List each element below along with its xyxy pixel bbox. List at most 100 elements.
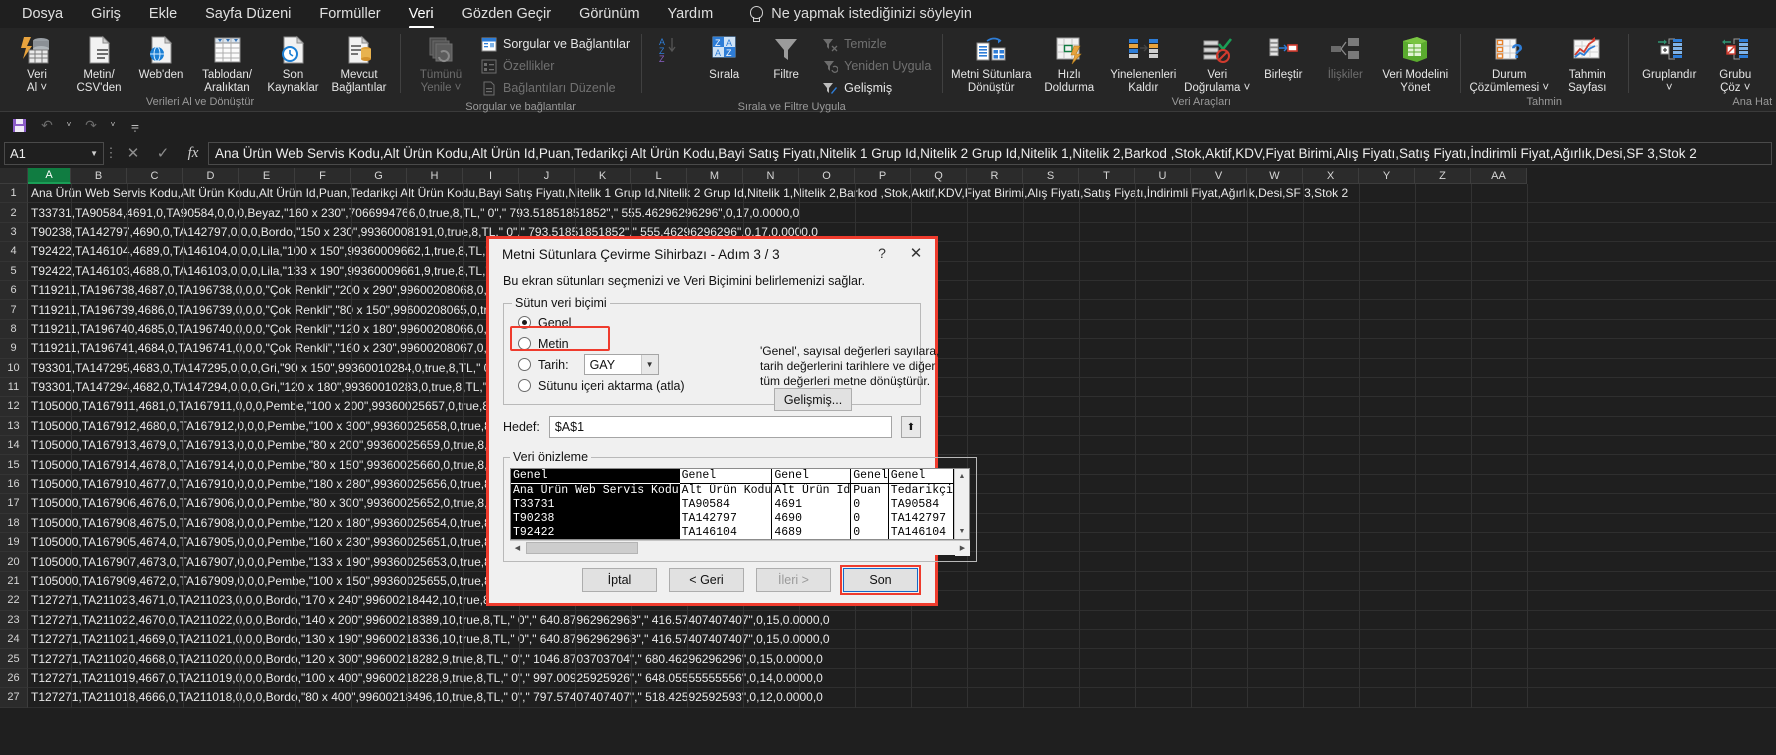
column-header-N[interactable]: N	[743, 168, 799, 184]
undo-icon[interactable]: ↶	[34, 114, 60, 136]
subtotal-button[interactable]: Alt Toplam	[1766, 31, 1776, 94]
column-header-E[interactable]: E	[239, 168, 295, 184]
row-header-1[interactable]: 1	[0, 184, 28, 204]
data-preview-table[interactable]: Genel Genel Genel Genel Genel Ana Ürün Web Se…	[511, 469, 954, 539]
row-content-2[interactable]: T33731,TA90584,4691,0,TA90584,0,0,0,Beya…	[28, 203, 1776, 223]
tab-sayfa-duzeni[interactable]: Sayfa Düzeni	[191, 3, 305, 26]
group-button[interactable]: Gruplandır ˅	[1634, 31, 1704, 94]
advanced-filter-button[interactable]: Gelişmiş	[817, 77, 936, 99]
row-header-24[interactable]: 24	[0, 629, 28, 650]
name-box-resizer[interactable]: ⋮	[104, 145, 118, 161]
column-header-K[interactable]: K	[575, 168, 631, 184]
preview-format-header-1[interactable]: Genel	[679, 469, 773, 484]
back-button[interactable]: < Geri	[669, 568, 744, 592]
row-content-25[interactable]: T127271,TA211020,4668,0,TA211020,0,0,0,B…	[28, 649, 1776, 669]
row-content-23[interactable]: T127271,TA211022,4670,0,TA211022,0,0,0,B…	[28, 611, 1776, 630]
row-header-26[interactable]: 26	[0, 668, 28, 689]
column-header-Z[interactable]: Z	[1415, 168, 1471, 184]
table-row[interactable]: 2 T33731,TA90584,4691,0,TA90584,0,0,0,Bey…	[0, 203, 1776, 223]
close-icon[interactable]: ✕	[899, 239, 933, 266]
sort-button[interactable]: Z A A Z Sırala	[693, 31, 755, 82]
column-header-G[interactable]: G	[351, 168, 407, 184]
table-row[interactable]: 1 Ana Ürün Web Servis Kodu,Alt Ürün Kodu,…	[0, 184, 1776, 204]
target-input[interactable]: $A$1	[548, 416, 892, 438]
row-content-27[interactable]: T127271,TA211018,4666,0,TA211018,0,0,0,B…	[28, 688, 1776, 708]
column-header-Q[interactable]: Q	[911, 168, 967, 184]
row-content-26[interactable]: T127271,TA211019,4667,0,TA211019,0,0,0,B…	[28, 669, 1776, 689]
row-header-12[interactable]: 12	[0, 397, 28, 417]
table-row[interactable]: 27 T127271,TA211018,4666,0,TA211018,0,0,0…	[0, 688, 1776, 708]
column-header-AA[interactable]: AA	[1471, 168, 1527, 184]
ungroup-button[interactable]: Grubu Çöz ˅	[1704, 31, 1766, 94]
tab-yardim[interactable]: Yardım	[654, 3, 728, 26]
scroll-left-icon[interactable]: ◀	[510, 540, 525, 556]
remove-duplicates-button[interactable]: Yinelenenleri Kaldır	[1104, 31, 1182, 94]
manage-data-model-button[interactable]: Veri Modelini Yönet	[1376, 31, 1454, 94]
column-header-P[interactable]: P	[855, 168, 911, 184]
tab-giris[interactable]: Giriş	[77, 3, 135, 26]
tab-gozden-gecir[interactable]: Gözden Geçir	[448, 3, 565, 26]
insert-function-icon[interactable]: fx	[178, 142, 208, 165]
row-header-19[interactable]: 19	[0, 533, 28, 553]
row-header-13[interactable]: 13	[0, 416, 28, 437]
get-data-button[interactable]: Veri Al ˅	[6, 31, 68, 94]
column-header-U[interactable]: U	[1135, 168, 1191, 184]
table-row[interactable]: 24 T127271,TA211021,4669,0,TA211021,0,0,0…	[0, 629, 1776, 650]
edit-links-button[interactable]: Bağlantıları Düzenle	[476, 77, 635, 99]
column-header-W[interactable]: W	[1247, 168, 1303, 184]
column-header-B[interactable]: B	[71, 168, 127, 184]
column-header-I[interactable]: I	[463, 168, 519, 184]
row-content-24[interactable]: T127271,TA211021,4669,0,TA211021,0,0,0,B…	[28, 630, 1776, 650]
row-header-5[interactable]: 5	[0, 261, 28, 281]
tab-formuller[interactable]: Formüller	[305, 3, 394, 26]
hscroll-thumb[interactable]	[526, 542, 638, 554]
preview-vertical-scrollbar[interactable]: ▲ ▼	[953, 469, 969, 539]
row-header-27[interactable]: 27	[0, 688, 28, 708]
preview-horizontal-scrollbar[interactable]: ◀ ▶	[510, 540, 970, 556]
text-to-columns-button[interactable]: Metni Sütunlara Dönüştür	[948, 31, 1034, 94]
undo-dropdown-icon[interactable]: ˅	[62, 114, 76, 136]
row-header-2[interactable]: 2	[0, 203, 28, 223]
row-header-9[interactable]: 9	[0, 339, 28, 359]
row-header-18[interactable]: 18	[0, 513, 28, 534]
row-header-10[interactable]: 10	[0, 358, 28, 378]
tell-me-box[interactable]: Ne yapmak istediğinizi söyleyin	[749, 6, 972, 22]
date-format-select[interactable]: GAY ▼	[583, 354, 659, 375]
cancel-formula-icon[interactable]: ✕	[118, 142, 148, 165]
column-header-S[interactable]: S	[1023, 168, 1079, 184]
from-web-button[interactable]: Web'den	[130, 31, 192, 82]
row-header-22[interactable]: 22	[0, 591, 28, 611]
row-header-17[interactable]: 17	[0, 494, 28, 514]
tab-gorunum[interactable]: Görünüm	[565, 3, 653, 26]
relationships-button[interactable]: İlişkiler	[1314, 31, 1376, 82]
table-row[interactable]: 23 T127271,TA211022,4670,0,TA211022,0,0,0…	[0, 610, 1776, 630]
column-header-H[interactable]: H	[407, 168, 463, 184]
column-header-X[interactable]: X	[1303, 168, 1359, 184]
save-icon[interactable]	[6, 114, 32, 136]
column-header-J[interactable]: J	[519, 168, 575, 184]
reapply-button[interactable]: Yeniden Uygula	[817, 55, 936, 77]
tab-ekle[interactable]: Ekle	[135, 3, 191, 26]
from-table-range-button[interactable]: Tablodan/ Aralıktan	[192, 31, 262, 94]
column-header-M[interactable]: M	[687, 168, 743, 184]
column-header-O[interactable]: O	[799, 168, 855, 184]
table-row[interactable]: 25 T127271,TA211020,4668,0,TA211020,0,0,0…	[0, 649, 1776, 669]
properties-button[interactable]: Özellikler	[476, 55, 635, 77]
confirm-formula-icon[interactable]: ✓	[148, 142, 178, 165]
row-header-20[interactable]: 20	[0, 552, 28, 572]
cancel-button[interactable]: İptal	[582, 568, 657, 592]
row-header-11[interactable]: 11	[0, 377, 28, 398]
flash-fill-button[interactable]: Hızlı Doldurma	[1034, 31, 1104, 94]
scroll-down-icon[interactable]: ▼	[954, 524, 969, 539]
advanced-button[interactable]: Gelişmiş...	[774, 388, 852, 411]
preview-format-header-4[interactable]: Genel	[888, 469, 954, 484]
queries-connections-button[interactable]: Sorgular ve Bağlantılar	[476, 33, 635, 55]
column-header-R[interactable]: R	[967, 168, 1023, 184]
column-header-Y[interactable]: Y	[1359, 168, 1415, 184]
sort-az-quick-button[interactable]: A Z Z	[647, 31, 693, 67]
table-row[interactable]: 26 T127271,TA211019,4667,0,TA211019,0,0,0…	[0, 668, 1776, 689]
data-validation-button[interactable]: Veri Doğrulama ˅	[1182, 31, 1252, 94]
row-header-23[interactable]: 23	[0, 610, 28, 630]
column-header-L[interactable]: L	[631, 168, 687, 184]
formula-input[interactable]: Ana Ürün Web Servis Kodu,Alt Ürün Kodu,A…	[208, 141, 1772, 165]
